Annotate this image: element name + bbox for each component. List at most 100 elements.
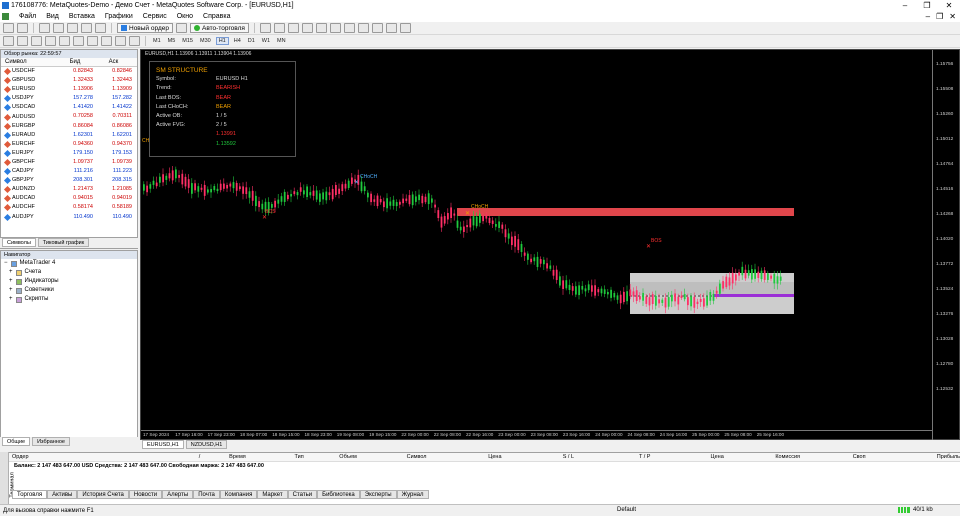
- mdi-restore-button[interactable]: ❐: [936, 12, 943, 21]
- terminal-tab[interactable]: Библиотека: [317, 490, 360, 499]
- new-chart-icon[interactable]: [3, 23, 14, 33]
- terminal-tab[interactable]: Активы: [47, 490, 78, 499]
- expand-icon[interactable]: +: [9, 286, 13, 295]
- candlestick-icon[interactable]: [273, 23, 285, 33]
- market-watch-row[interactable]: EURAUD 1.62301 1.62201: [1, 131, 137, 140]
- col-tp[interactable]: T / P: [608, 453, 682, 461]
- expand-icon[interactable]: +: [9, 295, 13, 304]
- zoom-in-icon[interactable]: [301, 23, 313, 33]
- market-watch-row[interactable]: AUDUSD 0.70258 0.70311: [1, 112, 137, 121]
- menu-help[interactable]: Справка: [203, 13, 230, 20]
- chart-window[interactable]: ✕ ✕ ✕ ✕ EURUSD,H1 1.13906 1.13911 1.13904 1…: [140, 49, 960, 441]
- timeframe-d1[interactable]: D1: [246, 38, 257, 44]
- minimize-button[interactable]: –: [894, 0, 916, 11]
- col-order[interactable]: Ордер: [12, 453, 29, 461]
- col-time[interactable]: Время: [200, 453, 274, 461]
- data-window-icon[interactable]: [53, 23, 64, 33]
- zoom-out-icon[interactable]: [315, 23, 327, 33]
- tab-symbols[interactable]: Символы: [2, 238, 36, 247]
- column-ask[interactable]: Аск: [95, 58, 135, 66]
- vertical-line-icon[interactable]: [31, 36, 42, 46]
- horizontal-line-icon[interactable]: [45, 36, 56, 46]
- col-swap[interactable]: Своп: [823, 453, 895, 461]
- tab-favorites[interactable]: Избранное: [32, 437, 70, 446]
- menu-insert[interactable]: Вставка: [69, 13, 95, 20]
- chart-shift-icon[interactable]: [357, 23, 369, 33]
- label-icon[interactable]: [115, 36, 126, 46]
- terminal-tab[interactable]: Эксперты: [359, 490, 397, 499]
- col-commission[interactable]: Комиссия: [752, 453, 823, 461]
- terminal-tab[interactable]: Новости: [128, 490, 163, 499]
- timeframe-w1[interactable]: W1: [260, 38, 272, 44]
- market-watch-row[interactable]: USDJPY 157.278 157.282: [1, 94, 137, 103]
- mdi-minimize-button[interactable]: –: [926, 12, 930, 21]
- col-volume[interactable]: Объем: [324, 453, 373, 461]
- market-watch-row[interactable]: EURCHF 0.94360 0.94370: [1, 140, 137, 149]
- nav-item-experts[interactable]: + Советники: [1, 286, 137, 295]
- expand-icon[interactable]: +: [9, 277, 13, 286]
- tile-windows-icon[interactable]: [329, 23, 341, 33]
- timeframe-m30[interactable]: M30: [198, 38, 213, 44]
- timeframe-h1[interactable]: H1: [215, 37, 229, 45]
- periods-icon[interactable]: [385, 23, 397, 33]
- terminal-tab[interactable]: Маркет: [257, 490, 288, 499]
- collapse-icon[interactable]: −: [4, 259, 8, 268]
- terminal-tab[interactable]: Торговля: [12, 490, 48, 499]
- terminal-icon[interactable]: [81, 23, 92, 33]
- tab-tick-chart[interactable]: Тиковый график: [37, 238, 90, 247]
- menu-file[interactable]: Файл: [19, 13, 36, 20]
- nav-item-accounts[interactable]: + Счета: [1, 268, 137, 277]
- terminal-side-tab[interactable]: Терминал: [0, 452, 16, 504]
- terminal-tab[interactable]: Компания: [219, 490, 258, 499]
- col-price[interactable]: Цена: [461, 453, 530, 461]
- text-icon[interactable]: [101, 36, 112, 46]
- auto-trading-button[interactable]: Авто-торговля: [189, 23, 249, 33]
- column-bid[interactable]: Бид: [57, 58, 95, 66]
- market-watch-row[interactable]: USDCHF 0.82843 0.82846: [1, 67, 137, 76]
- strategy-tester-icon[interactable]: [95, 23, 106, 33]
- market-watch-row[interactable]: EURGBP 0.86084 0.86086: [1, 122, 137, 131]
- line-chart-icon[interactable]: [287, 23, 299, 33]
- menu-tools[interactable]: Сервис: [143, 13, 167, 20]
- trendline-icon[interactable]: [59, 36, 70, 46]
- terminal-tab[interactable]: Почта: [193, 490, 220, 499]
- market-watch-row[interactable]: EURJPY 179.150 179.153: [1, 149, 137, 158]
- profiles-icon[interactable]: [17, 23, 28, 33]
- market-watch-row[interactable]: EURUSD 1.13906 1.13909: [1, 85, 137, 94]
- market-watch-row[interactable]: GBPJPY 208.301 208.315: [1, 176, 137, 185]
- market-watch-row[interactable]: AUDCAD 0.94015 0.94019: [1, 194, 137, 203]
- expand-icon[interactable]: +: [9, 268, 13, 277]
- market-watch-row[interactable]: AUDJPY 110.490 110.490: [1, 213, 137, 222]
- timeframe-m15[interactable]: M15: [180, 38, 195, 44]
- col-symbol[interactable]: Символ: [373, 453, 461, 461]
- nav-item-scripts[interactable]: + Скрипты: [1, 295, 137, 304]
- market-watch-icon[interactable]: [39, 23, 50, 33]
- menu-view[interactable]: Вид: [46, 13, 59, 20]
- templates-icon[interactable]: [399, 23, 411, 33]
- market-watch-row[interactable]: GBPUSD 1.32433 1.32443: [1, 76, 137, 85]
- market-watch-row[interactable]: USDCAD 1.41420 1.41422: [1, 103, 137, 112]
- menu-charts[interactable]: Графики: [105, 13, 133, 20]
- terminal-tab[interactable]: Алерты: [162, 490, 194, 499]
- crosshair-icon[interactable]: [17, 36, 28, 46]
- arrows-icon[interactable]: [129, 36, 140, 46]
- nav-root[interactable]: − MetaTrader 4: [1, 259, 137, 268]
- metaeditor-icon[interactable]: [175, 23, 187, 33]
- tab-nzdusd-h1[interactable]: NZDUSD,H1: [185, 440, 228, 449]
- terminal-tab[interactable]: История Счета: [77, 490, 129, 499]
- autoscroll-icon[interactable]: [343, 23, 355, 33]
- col-type[interactable]: Тип: [275, 453, 324, 461]
- cursor-icon[interactable]: [3, 36, 14, 46]
- market-watch-row[interactable]: AUDCHF 0.58174 0.58189: [1, 203, 137, 212]
- tab-eurusd-h1[interactable]: EURUSD,H1: [142, 440, 184, 449]
- close-button[interactable]: ✕: [938, 0, 960, 11]
- channel-icon[interactable]: [73, 36, 84, 46]
- maximize-button[interactable]: ❐: [916, 0, 938, 11]
- tab-common[interactable]: Общие: [2, 437, 31, 446]
- menu-window[interactable]: Окно: [177, 13, 193, 20]
- price-axis[interactable]: 1.15756 1.15508 1.15260 1.15012 1.14764 1.145…: [932, 50, 960, 441]
- timeframe-h4[interactable]: H4: [232, 38, 243, 44]
- col-price-2[interactable]: Цена: [682, 453, 753, 461]
- indicators-icon[interactable]: [371, 23, 383, 33]
- fibonacci-icon[interactable]: [87, 36, 98, 46]
